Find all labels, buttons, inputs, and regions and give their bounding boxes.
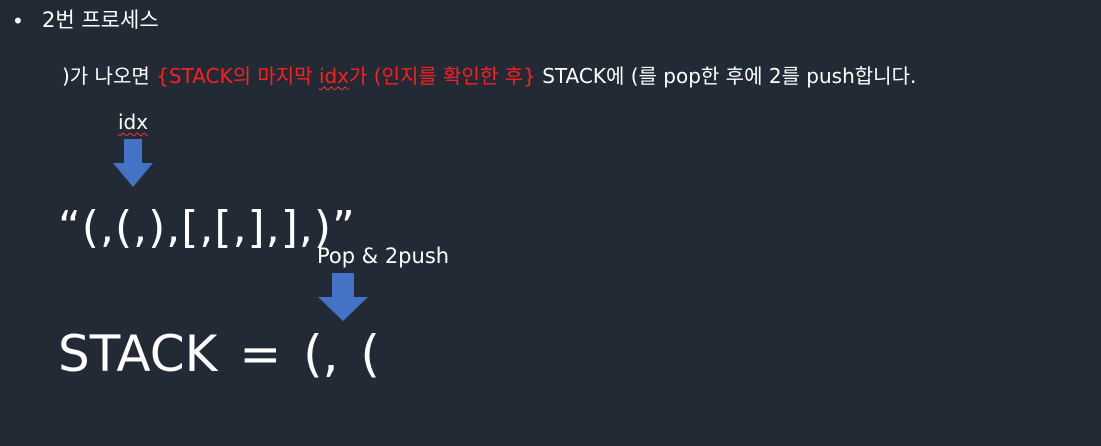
description-part2: STACK에 (를 pop한 후에 2를 push합니다. [535,64,917,88]
idx-label: idx [118,110,148,134]
bracket-sequence: “(,(,),[,[,],],)” [58,202,356,253]
highlight-part1: {STACK의 마지막 [156,64,319,88]
description-part1: )가 나오면 [62,64,157,88]
stack-state: STACK = (, ( [58,325,380,383]
section-title: 2번 프로세스 [42,8,159,32]
highlight-condition: {STACK의 마지막 idx가 (인지를 확인한 후} [156,64,536,88]
bullet-marker: • [12,9,24,33]
description-line: )가 나오면 {STACK의 마지막 idx가 (인지를 확인한 후} STAC… [62,62,916,90]
highlight-idx: idx [318,64,350,88]
down-arrow-icon [113,139,153,187]
pop-push-label: Pop & 2push [317,244,450,268]
idx-label-text: idx [118,110,149,134]
highlight-part2: 가 (인지를 확인한 후} [349,64,536,88]
down-arrow-icon [318,273,368,321]
